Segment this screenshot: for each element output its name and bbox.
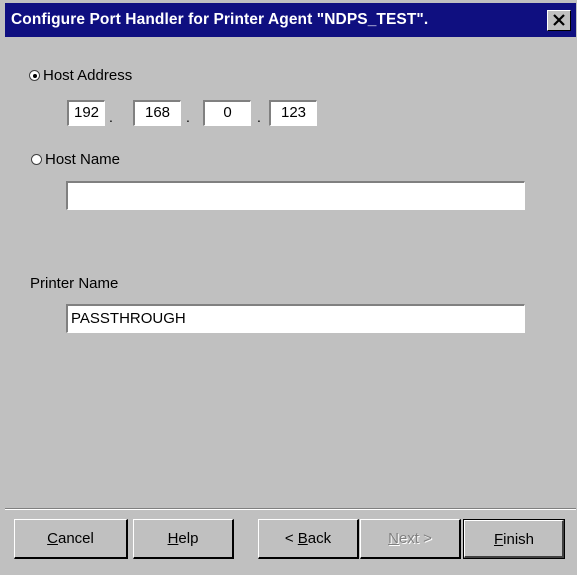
ip-octet-2[interactable]: 168 [133, 100, 181, 126]
ip-dot-separator: . [186, 109, 190, 125]
host-address-radio[interactable] [29, 70, 40, 81]
back-button[interactable]: < Back [258, 519, 359, 559]
next-button[interactable]: Next > [360, 519, 461, 559]
cancel-button-label: Cancel [47, 530, 94, 547]
back-button-label: < Back [284, 530, 332, 547]
next-button-label: Next > [388, 530, 432, 547]
close-icon [553, 14, 565, 26]
printer-name-input[interactable]: PASSTHROUGH [66, 304, 525, 333]
configure-port-handler-dialog: Configure Port Handler for Printer Agent… [0, 0, 577, 575]
finish-button[interactable]: Finish [463, 519, 565, 559]
help-button[interactable]: Help [133, 519, 234, 559]
printer-name-label: Printer Name [30, 275, 119, 292]
dialog-content: Host Address 192 . 168 . 0 . 123 Host Na… [5, 37, 576, 507]
host-name-label: Host Name [45, 151, 121, 168]
ip-dot-separator: . [109, 109, 113, 125]
button-separator [5, 508, 576, 510]
ip-dot-separator: . [257, 109, 261, 125]
host-name-option[interactable]: Host Name [31, 151, 120, 168]
ip-octet-1[interactable]: 192 [67, 100, 105, 126]
window-title: Configure Port Handler for Printer Agent… [11, 11, 429, 28]
host-name-radio[interactable] [31, 154, 42, 165]
host-address-label: Host Address [43, 67, 133, 84]
finish-button-label: Finish [493, 530, 535, 548]
ip-octet-4[interactable]: 123 [269, 100, 317, 126]
host-address-option[interactable]: Host Address [29, 67, 132, 84]
close-button[interactable] [547, 10, 571, 31]
help-button-label: Help [167, 530, 199, 547]
title-bar[interactable]: Configure Port Handler for Printer Agent… [5, 3, 576, 37]
ip-octet-3[interactable]: 0 [203, 100, 251, 126]
cancel-button[interactable]: Cancel [14, 519, 128, 559]
host-name-input[interactable] [66, 181, 525, 210]
